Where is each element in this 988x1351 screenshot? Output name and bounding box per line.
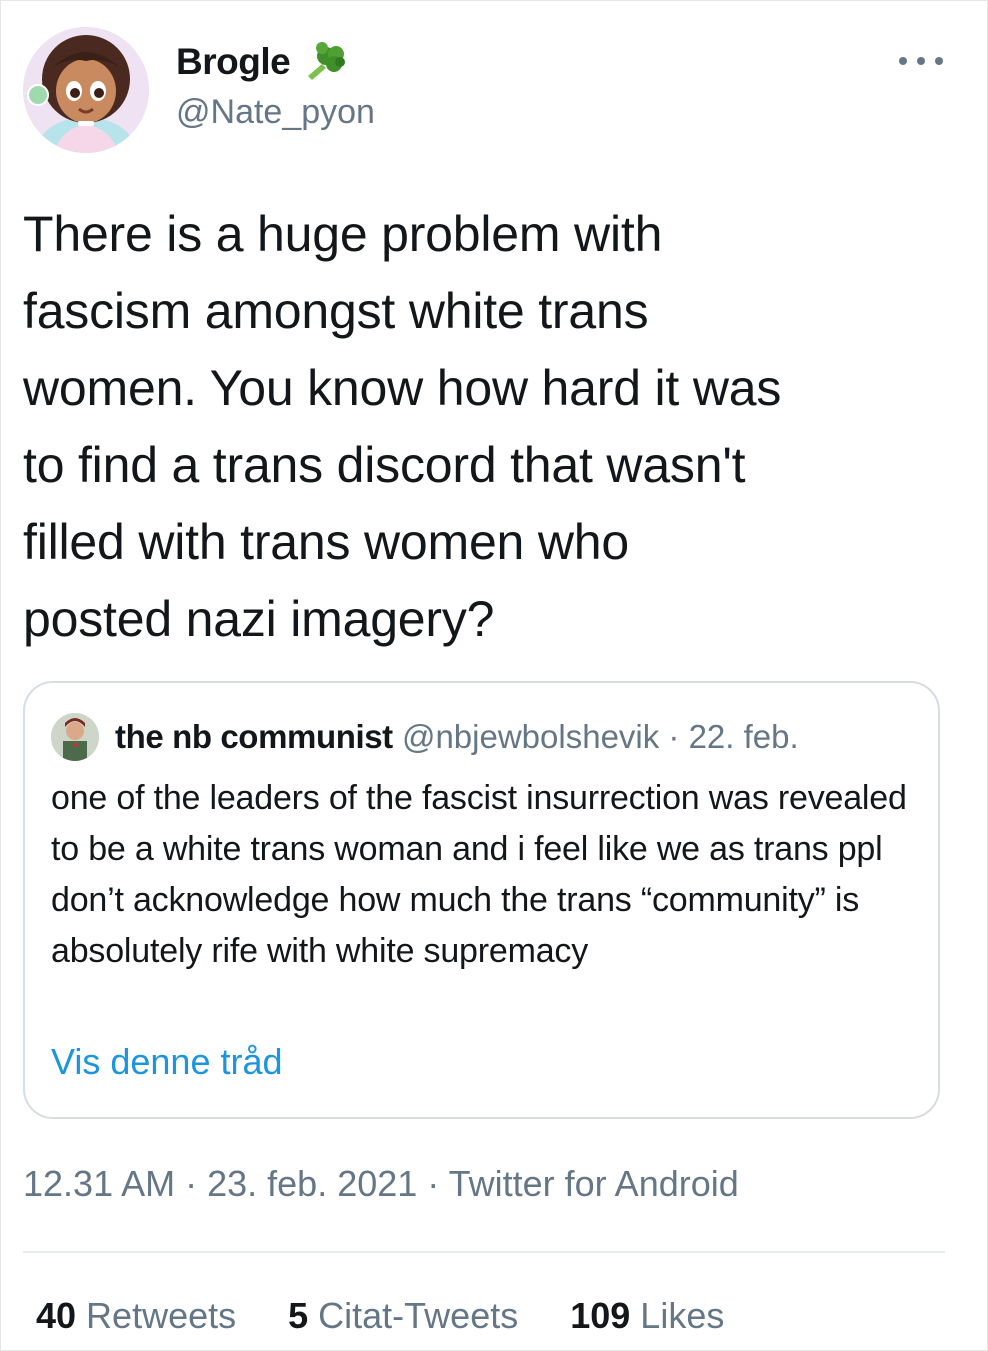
- tweet-container: Brogle @Nate_pyon There is a huge proble…: [0, 0, 988, 1351]
- more-options-icon[interactable]: [899, 51, 943, 71]
- show-thread-link[interactable]: Vis denne tråd: [51, 1041, 283, 1083]
- quoted-header: the nb communist @nbjewbolshevik · 22. f…: [115, 713, 799, 761]
- quote-tweets-label: Citat-Tweets: [308, 1295, 519, 1336]
- retweets-stat[interactable]: 40 Retweets: [36, 1295, 236, 1337]
- author-name[interactable]: Brogle: [176, 41, 291, 83]
- meta-separator: ·: [175, 1163, 208, 1204]
- avatar-illustration-icon: [23, 27, 149, 153]
- tweet-stats: 40 Retweets 5 Citat-Tweets 109 Likes: [36, 1295, 724, 1337]
- quote-tweets-stat[interactable]: 5 Citat-Tweets: [288, 1295, 518, 1337]
- likes-stat[interactable]: 109 Likes: [570, 1295, 724, 1337]
- tweet-meta: 12.31 AM · 23. feb. 2021 · Twitter for A…: [23, 1163, 739, 1205]
- retweets-count: 40: [36, 1295, 77, 1336]
- quoted-author-handle: @nbjewbolshevik: [401, 718, 660, 755]
- quoted-author-avatar: [51, 713, 99, 761]
- quote-tweets-count: 5: [288, 1295, 309, 1336]
- tweet-time[interactable]: 12.31 AM: [23, 1163, 175, 1204]
- divider: [23, 1251, 945, 1253]
- quoted-date: 22. feb.: [688, 718, 799, 755]
- likes-label: Likes: [630, 1295, 725, 1336]
- quoted-text: one of the leaders of the fascist insurr…: [51, 779, 907, 970]
- tweet-source[interactable]: Twitter for Android: [449, 1163, 739, 1204]
- tweet-text: There is a huge problem with fascism amo…: [23, 206, 782, 647]
- quoted-tweet-card[interactable]: the nb communist @nbjewbolshevik · 22. f…: [23, 681, 940, 1119]
- meta-separator: ·: [417, 1163, 449, 1204]
- likes-count: 109: [570, 1295, 631, 1336]
- quoted-separator: ·: [659, 718, 689, 755]
- author-handle[interactable]: @Nate_pyon: [176, 93, 375, 132]
- author-name-row[interactable]: Brogle: [176, 41, 348, 83]
- author-avatar[interactable]: [23, 27, 149, 153]
- retweets-label: Retweets: [76, 1295, 237, 1336]
- broccoli-icon: [300, 42, 348, 82]
- quoted-author-name: the nb communist: [115, 718, 393, 755]
- tweet-date[interactable]: 23. feb. 2021: [207, 1163, 417, 1204]
